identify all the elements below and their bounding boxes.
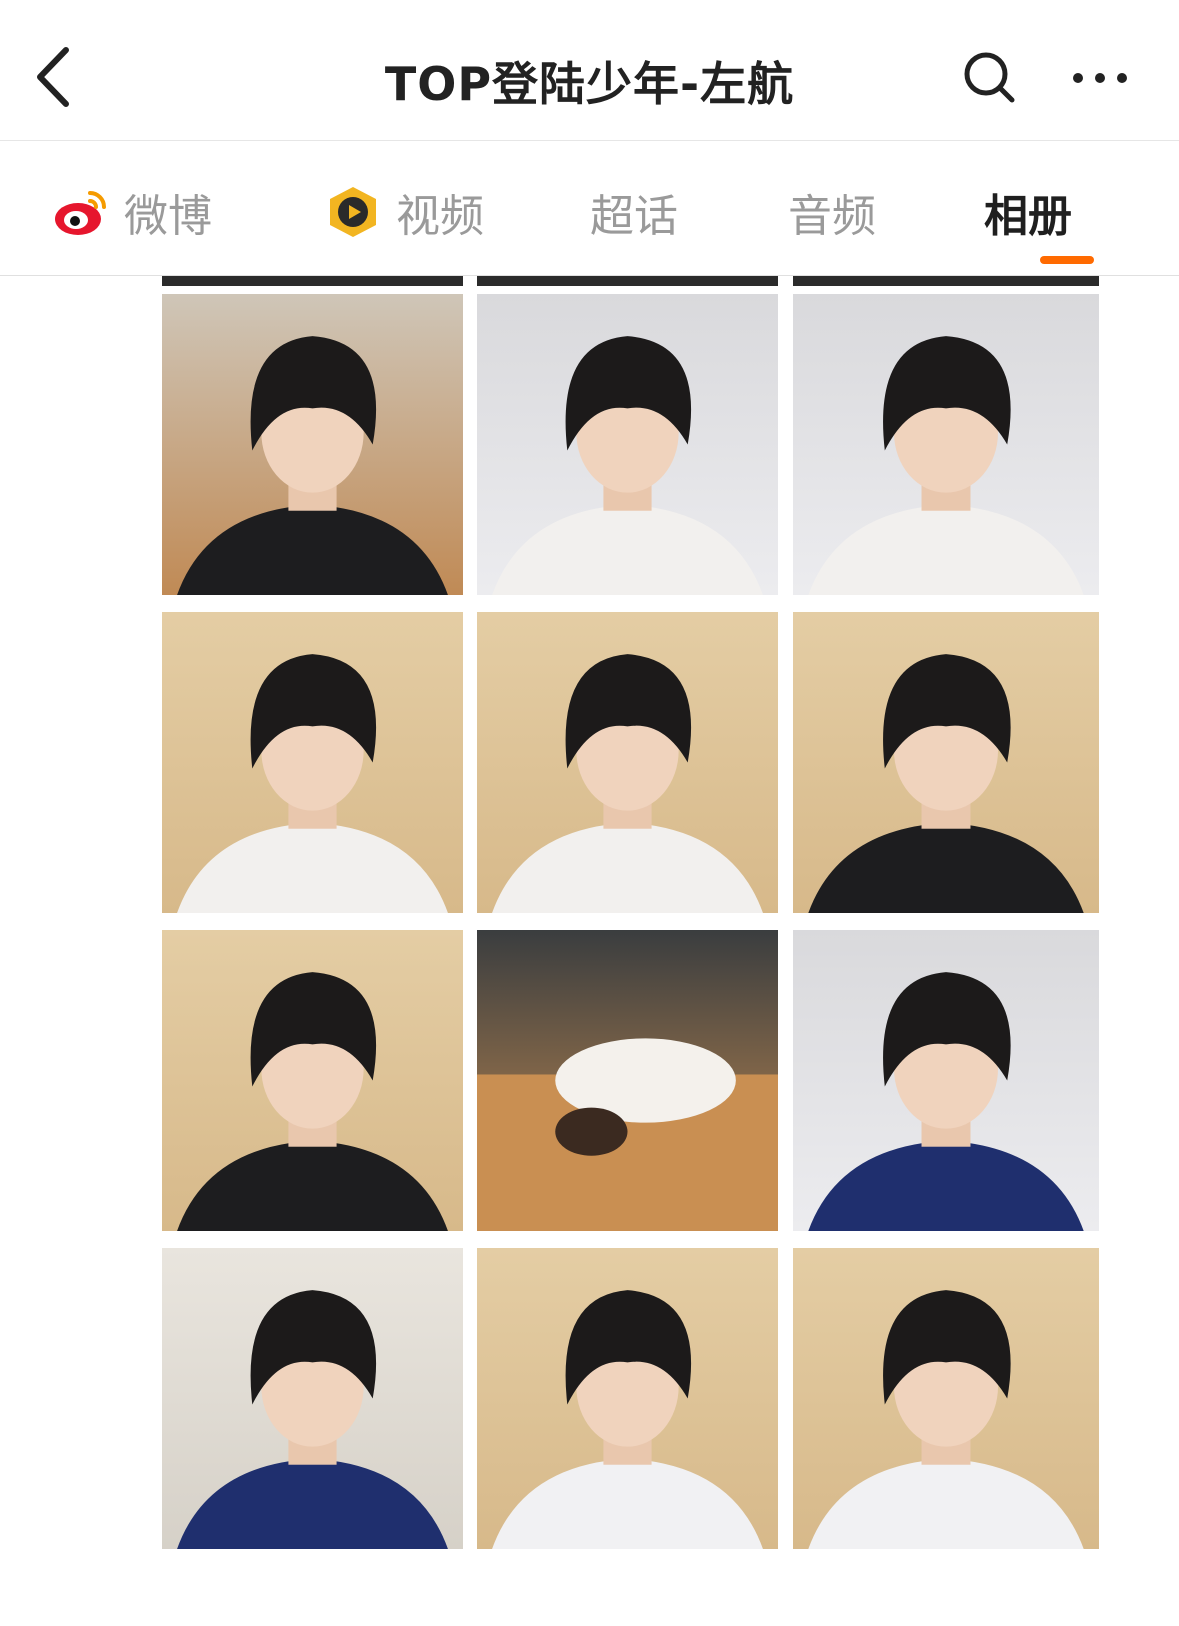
tab-supertopic[interactable]: 超话 (590, 177, 678, 247)
photo-image (162, 930, 463, 1231)
photo-thumbnail-partial[interactable] (793, 276, 1099, 286)
photo-thumbnail[interactable] (793, 1248, 1099, 1549)
weibo-logo-icon (55, 191, 106, 235)
more-horizontal-icon (1073, 73, 1127, 83)
photo-image (162, 294, 463, 595)
tab-label-album: 相册 (984, 191, 1072, 242)
photo-thumbnail[interactable] (162, 612, 463, 913)
photo-thumbnail[interactable] (162, 1248, 463, 1549)
active-tab-indicator (1040, 256, 1094, 264)
tab-video[interactable]: 视频 (324, 177, 484, 247)
photo-thumbnail-partial[interactable] (477, 276, 778, 286)
photo-thumbnail[interactable] (793, 294, 1099, 595)
more-button[interactable] (1070, 60, 1130, 96)
photo-thumbnail[interactable] (477, 294, 778, 595)
search-icon (964, 52, 1015, 103)
photo-thumbnail[interactable] (793, 930, 1099, 1231)
photo-image (793, 294, 1099, 595)
photo-thumbnail[interactable] (477, 1248, 778, 1549)
top-bar: TOP登陆少年-左航 (0, 0, 1179, 141)
photo-image (477, 1248, 778, 1549)
photo-image (477, 612, 778, 913)
photo-thumbnail-partial[interactable] (162, 276, 463, 286)
photo-thumbnail[interactable] (162, 930, 463, 1231)
photo-thumbnail[interactable] (162, 294, 463, 595)
photo-image (477, 930, 778, 1231)
photo-image (477, 294, 778, 595)
tab-label-weibo: 微博 (124, 191, 212, 242)
photo-image (793, 612, 1099, 913)
photo-thumbnail[interactable] (793, 612, 1099, 913)
photo-image (162, 1248, 463, 1549)
tab-bar: 微博 视频 超话 音频 相册 (0, 141, 1179, 276)
tab-label-video: 视频 (396, 191, 484, 242)
tab-audio[interactable]: 音频 (788, 177, 876, 247)
photo-image (793, 930, 1099, 1231)
tab-label-audio: 音频 (788, 191, 876, 242)
search-button[interactable] (960, 48, 1020, 108)
tab-label-supertopic: 超话 (590, 191, 678, 242)
album-grid (0, 276, 1179, 1626)
photo-image (162, 612, 463, 913)
tab-album[interactable]: 相册 (984, 177, 1072, 247)
photo-thumbnail[interactable] (477, 930, 778, 1231)
photo-thumbnail[interactable] (477, 612, 778, 913)
tab-weibo[interactable]: 微博 (52, 177, 212, 247)
video-play-icon (330, 187, 376, 237)
photo-image (793, 1248, 1099, 1549)
